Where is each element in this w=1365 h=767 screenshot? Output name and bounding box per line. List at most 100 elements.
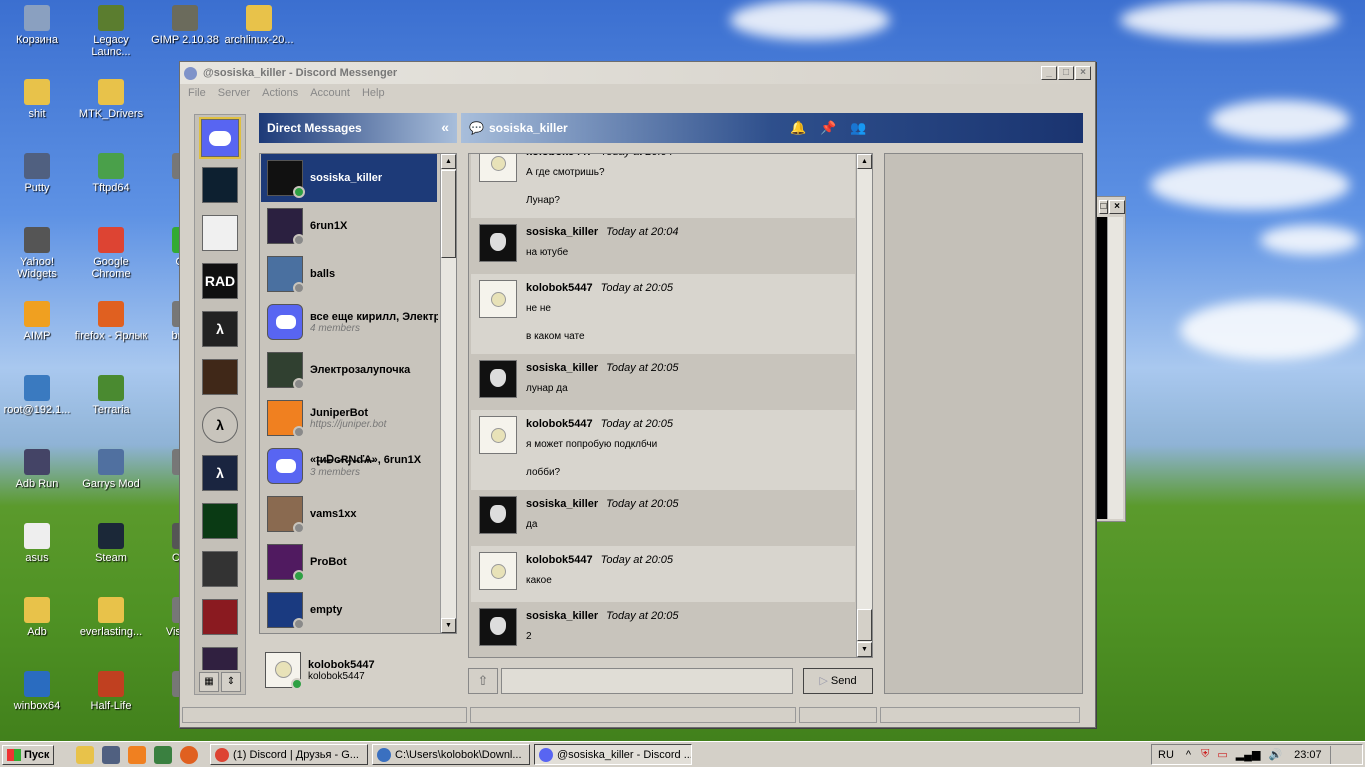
taskbar-task[interactable]: (1) Discord | Друзья - G... — [210, 744, 368, 765]
desktop-icon[interactable]: archlinux-20... — [222, 5, 296, 46]
scroll-thumb[interactable] — [441, 170, 456, 258]
server-icon-rad[interactable]: RAD — [202, 263, 238, 299]
dm-item[interactable]: vams1xx — [261, 490, 437, 538]
start-button[interactable]: Пуск — [2, 744, 54, 765]
dm-item[interactable]: 6run1X — [261, 202, 437, 250]
dm-item[interactable]: balls — [261, 250, 437, 298]
server-icon-anime[interactable] — [202, 599, 238, 635]
title-bar[interactable]: @sosiska_killer - Discord Messenger _ □ … — [180, 62, 1095, 84]
messages-scrollbar[interactable]: ▲ ▼ — [856, 154, 872, 657]
dm-item[interactable]: JuniperBot https://juniper.bot — [261, 394, 437, 442]
message-author[interactable]: sosiska_killer — [526, 362, 598, 374]
signal-icon[interactable]: ▂▄▆ — [1236, 748, 1261, 761]
dm-item[interactable]: все еще кирилл, Электрозалупочка4 member… — [261, 298, 438, 346]
avatar[interactable] — [479, 154, 517, 182]
putty-icon[interactable] — [102, 745, 120, 764]
server-icon-comic[interactable] — [202, 215, 238, 251]
desktop-icon[interactable]: root@192.1... — [0, 375, 74, 416]
desktop-icon[interactable]: AIMP — [0, 301, 74, 342]
message-author[interactable]: kolobok5447 — [526, 282, 593, 294]
server-icon-lambda[interactable]: λ — [202, 311, 238, 347]
message-author[interactable]: kolobok5447 — [526, 154, 593, 158]
menu-item[interactable]: Actions — [262, 87, 298, 99]
network-icon[interactable] — [154, 745, 172, 764]
clock[interactable]: 23:07 — [1294, 749, 1322, 761]
server-icon-halflife-blue[interactable]: λ — [202, 455, 238, 491]
send-button[interactable]: ▷ Send — [803, 668, 873, 694]
menu-item[interactable]: File — [188, 87, 206, 99]
vlc-icon[interactable] — [128, 745, 146, 764]
server-icon-gem[interactable] — [202, 503, 238, 539]
server-icon-source[interactable] — [202, 359, 238, 395]
message-author[interactable]: sosiska_killer — [526, 610, 598, 622]
menu-item[interactable]: Account — [310, 87, 350, 99]
discord-home-icon[interactable] — [199, 117, 241, 159]
dm-item[interactable]: ProBot — [261, 538, 437, 586]
shield-icon[interactable]: ⛨ — [1201, 748, 1209, 761]
desktop-icon[interactable]: firefox - Ярлык — [74, 301, 148, 342]
message-author[interactable]: sosiska_killer — [526, 498, 598, 510]
firefox-icon[interactable] — [180, 745, 198, 764]
background-scrollbar[interactable] — [1107, 217, 1123, 519]
language-indicator[interactable]: RU — [1158, 749, 1174, 761]
bell-icon[interactable]: 🔔 — [790, 120, 806, 136]
server-icon-guitar-hero[interactable] — [202, 551, 238, 587]
maximize-button[interactable]: □ — [1058, 66, 1074, 80]
dm-item[interactable]: sosiska_killer — [261, 154, 437, 202]
dm-item[interactable]: «ʈ̶ᴎ̶Ꭰ̶ɢ̶Ɍ̶Ɲ̶ď̶Ѧ̶», 6run1X 3 members — [261, 442, 437, 490]
minimize-button[interactable]: _ — [1041, 66, 1057, 80]
desktop-icon[interactable]: Legacy Launc... — [74, 5, 148, 58]
dm-item[interactable]: empty — [261, 586, 437, 633]
avatar[interactable] — [479, 608, 517, 646]
desktop-icon[interactable]: GIMP 2.10.38 — [148, 5, 222, 46]
desktop-icon[interactable]: asus — [0, 523, 74, 564]
taskbar-task[interactable]: C:\Users\kolobok\Downl... — [372, 744, 530, 765]
tray-expand-icon[interactable]: ^ — [1186, 749, 1191, 761]
taskbar-task[interactable]: @sosiska_killer - Discord ... — [534, 744, 692, 765]
desktop-icon[interactable]: Adb — [0, 597, 74, 638]
pin-icon[interactable]: 📌 — [820, 120, 836, 136]
menu-item[interactable]: Server — [218, 87, 250, 99]
avatar[interactable] — [479, 496, 517, 534]
scroll-down-icon[interactable]: ▼ — [441, 618, 456, 633]
menu-item[interactable]: Help — [362, 87, 385, 99]
desktop-icon[interactable]: Корзина — [0, 5, 74, 46]
current-user-panel[interactable]: kolobok5447 kolobok5447 — [259, 646, 457, 694]
desktop-icon[interactable]: MTK_Drivers — [74, 79, 148, 120]
battery-icon[interactable]: ▭ — [1217, 748, 1227, 761]
members-icon[interactable]: 👥 — [850, 120, 866, 136]
dm-scrollbar[interactable]: ▲ ▼ — [440, 154, 456, 633]
show-desktop-button[interactable] — [1329, 745, 1340, 764]
desktop-icon[interactable]: Garrys Mod — [74, 449, 148, 490]
desktop-icon[interactable]: everlasting... — [74, 597, 148, 638]
desktop-icon[interactable]: Terraria — [74, 375, 148, 416]
message-author[interactable]: kolobok5447 — [526, 554, 593, 566]
desktop-icon[interactable]: Yahoo! Widgets — [0, 227, 74, 280]
desktop-icon[interactable]: winbox64 — [0, 671, 74, 712]
dm-item[interactable]: Электрозалупочка — [261, 346, 437, 394]
avatar[interactable] — [479, 552, 517, 590]
scroll-up-icon[interactable]: ▲ — [857, 154, 872, 169]
avatar[interactable] — [479, 224, 517, 262]
close-button[interactable]: × — [1075, 66, 1091, 80]
volume-icon[interactable]: 🔊 — [1268, 748, 1282, 761]
server-icon-halflife[interactable]: λ — [202, 407, 238, 443]
scroll-up-icon[interactable]: ▲ — [441, 154, 456, 169]
avatar[interactable] — [479, 416, 517, 454]
background-window[interactable]: □ × — [1094, 196, 1126, 522]
sort-icon[interactable]: ⇕ — [221, 672, 241, 692]
desktop-icon[interactable]: shit — [0, 79, 74, 120]
background-close-button[interactable]: × — [1109, 200, 1125, 214]
explorer-icon[interactable] — [76, 745, 94, 764]
grid-view-icon[interactable]: ▦ — [199, 672, 219, 692]
desktop-icon[interactable]: Putty — [0, 153, 74, 194]
server-icon-circle[interactable] — [202, 167, 238, 203]
desktop-icon[interactable]: Steam — [74, 523, 148, 564]
desktop-icon[interactable]: Adb Run — [0, 449, 74, 490]
collapse-icon[interactable]: « — [441, 119, 449, 135]
background-maximize-button[interactable]: □ — [1099, 200, 1108, 214]
desktop-icon[interactable]: Tftpd64 — [74, 153, 148, 194]
desktop-icon[interactable]: Google Chrome — [74, 227, 148, 280]
message-input[interactable] — [501, 668, 793, 694]
message-author[interactable]: sosiska_killer — [526, 226, 598, 238]
